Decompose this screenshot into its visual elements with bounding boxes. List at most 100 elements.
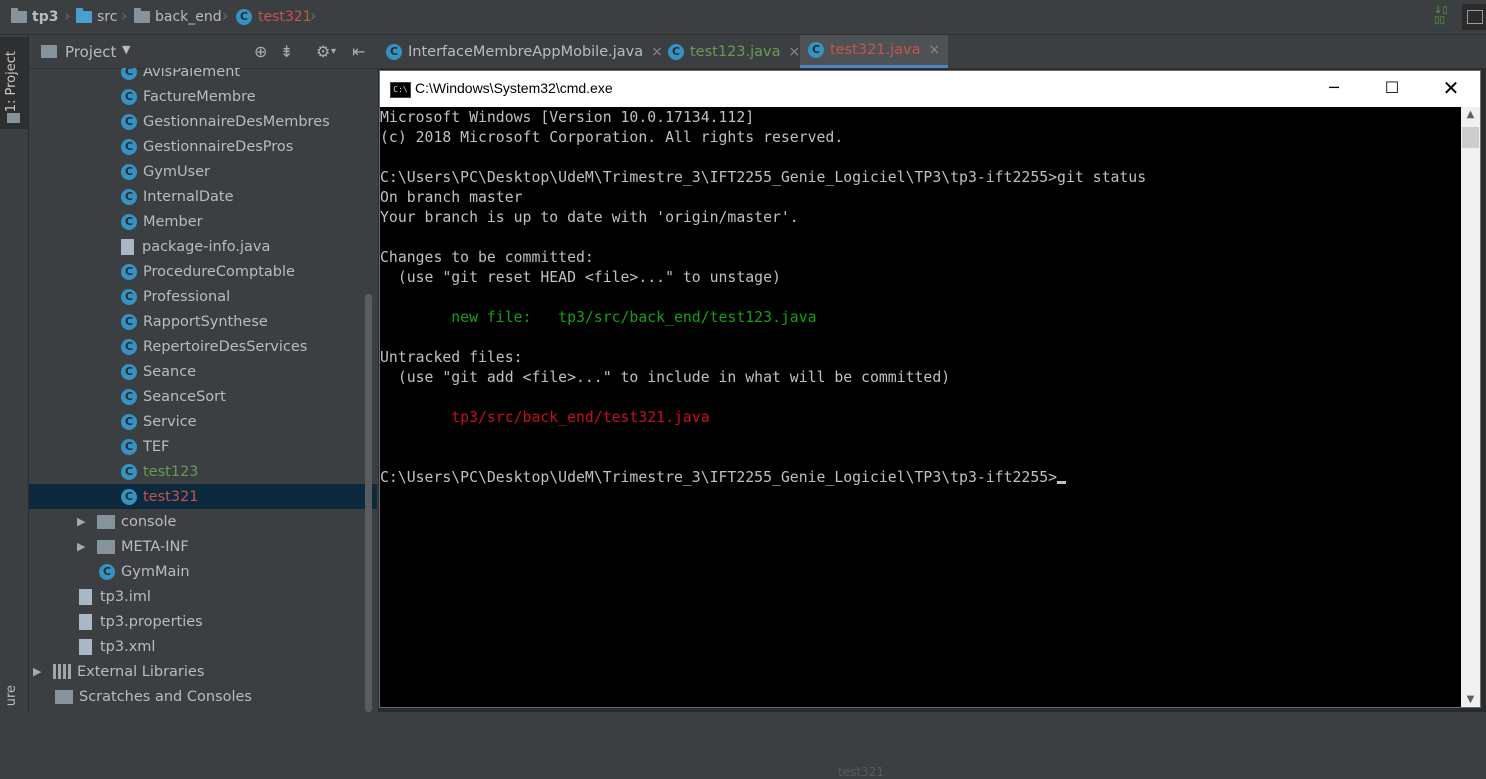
- class-icon: C: [668, 43, 684, 60]
- console-prompt-line: C:\Users\PC\Desktop\UdeM\Trimestre_3\IFT…: [380, 468, 1067, 488]
- tree-item[interactable]: C Member: [29, 209, 377, 234]
- project-panel: Project ▼ ⊕ ⇟ ⚙ ▾ ⇤ C AvisPaiement C Factur…: [29, 35, 377, 712]
- tree-item[interactable]: C SeanceSort: [29, 384, 377, 409]
- tree-item-label: console: [121, 513, 177, 530]
- breadcrumb-package-label: back_end: [155, 9, 222, 25]
- expand-arrow-icon[interactable]: ▶: [77, 540, 89, 553]
- tree-item[interactable]: C Seance: [29, 359, 377, 384]
- tree-item-label: Member: [143, 213, 203, 230]
- expand-arrow-icon[interactable]: ▶: [77, 515, 89, 528]
- project-folder-icon: [11, 8, 27, 23]
- scroll-down-icon[interactable]: ▼: [1461, 694, 1480, 705]
- tab-test123[interactable]: C test123.java ×: [668, 35, 800, 68]
- tree-item-label: META-INF: [121, 538, 189, 555]
- project-panel-title[interactable]: Project: [65, 43, 116, 61]
- maximize-icon[interactable]: ☐: [1363, 71, 1421, 107]
- tree-item-label: Seance: [143, 363, 197, 380]
- class-icon: C: [121, 438, 137, 455]
- tree-item[interactable]: C GymMain: [29, 559, 377, 584]
- tree-item-label: test123: [143, 463, 199, 480]
- tab-interfacemembreappmobile[interactable]: C InterfaceMembreAppMobile.java ×: [386, 35, 663, 68]
- view-dropdown-icon[interactable]: ▼: [122, 43, 130, 56]
- console-line: Changes to be committed:: [380, 249, 594, 266]
- tree-item-label: Scratches and Consoles: [79, 688, 252, 705]
- tree-item[interactable]: C GymUser: [29, 159, 377, 184]
- tree-item[interactable]: C GestionnaireDesMembres: [29, 109, 377, 134]
- tree-item[interactable]: C TEF: [29, 434, 377, 459]
- tree-item-label: GymUser: [143, 163, 210, 180]
- locate-icon[interactable]: ⊕: [254, 42, 267, 61]
- tree-item[interactable]: C InternalDate: [29, 184, 377, 209]
- tab-label: test321.java: [830, 42, 921, 58]
- close-icon[interactable]: ×: [789, 44, 801, 60]
- tree-item[interactable]: Ctest123: [29, 459, 377, 484]
- tree-item[interactable]: tp3.xml: [29, 634, 377, 659]
- settings-dropdown-icon[interactable]: ▾: [331, 46, 336, 57]
- collapse-all-icon[interactable]: ⇟: [280, 42, 293, 61]
- hide-panel-icon[interactable]: ⇤: [352, 42, 365, 61]
- close-icon[interactable]: ×: [929, 42, 941, 58]
- close-icon[interactable]: ×: [651, 44, 663, 60]
- project-tool-label: 1: Project: [4, 51, 19, 113]
- class-icon: C: [121, 363, 137, 380]
- tree-item[interactable]: C ProcedureComptable: [29, 259, 377, 284]
- tree-item[interactable]: C FactureMembre: [29, 84, 377, 109]
- cmd-titlebar[interactable]: C:\ C:\Windows\System32\cmd.exe ─ ☐ ✕: [380, 71, 1480, 107]
- scratch-icon: [55, 689, 73, 704]
- tree-item-label: GestionnaireDesMembres: [143, 113, 330, 130]
- tree-item[interactable]: C AvisPaiement: [29, 68, 377, 84]
- class-icon: C: [808, 42, 824, 58]
- breadcrumb-src[interactable]: src: [76, 7, 117, 27]
- project-scrollbar[interactable]: [365, 294, 372, 712]
- tree-item[interactable]: Ctest321: [29, 484, 377, 509]
- source-folder-icon: [76, 8, 92, 23]
- scroll-thumb[interactable]: [1462, 127, 1479, 148]
- cmd-console[interactable]: Microsoft Windows [Version 10.0.17134.11…: [380, 107, 1460, 707]
- close-icon[interactable]: ✕: [1422, 71, 1480, 107]
- tree-item[interactable]: Scratches and Consoles: [29, 684, 377, 709]
- tree-item[interactable]: package-info.java: [29, 234, 377, 259]
- project-view-icon: [41, 45, 57, 58]
- tree-item[interactable]: ▶ External Libraries: [29, 659, 377, 684]
- tree-item[interactable]: C Service: [29, 409, 377, 434]
- cmd-window[interactable]: C:\ C:\Windows\System32\cmd.exe ─ ☐ ✕ Mi…: [379, 70, 1481, 708]
- tree-item-label: Professional: [143, 288, 231, 305]
- minimize-icon[interactable]: ─: [1305, 71, 1363, 107]
- tree-item[interactable]: ▶ META-INF: [29, 534, 377, 559]
- editor-tabs: C InterfaceMembreAppMobile.java × C test…: [378, 35, 1486, 69]
- tree-item-label: test321: [143, 488, 199, 505]
- package-icon: [134, 8, 150, 23]
- class-icon: C: [121, 88, 137, 105]
- tree-item-label: tp3.properties: [100, 613, 203, 630]
- cmd-scrollbar[interactable]: ▲ ▼: [1461, 107, 1480, 707]
- settings-gear-icon[interactable]: ⚙: [316, 42, 330, 61]
- expand-arrow-icon[interactable]: ▶: [33, 665, 45, 678]
- breadcrumb-project[interactable]: tp3: [11, 7, 58, 27]
- tree-item[interactable]: C RapportSynthese: [29, 309, 377, 334]
- tree-item[interactable]: C Professional: [29, 284, 377, 309]
- tab-test321[interactable]: C test321.java ×: [800, 35, 949, 68]
- tree-item[interactable]: C GestionnaireDesPros: [29, 134, 377, 159]
- vcs-update-icon[interactable]: ↓▯ ▯▯: [1434, 6, 1456, 28]
- breadcrumb-file[interactable]: C test321: [236, 7, 312, 27]
- breadcrumb-package[interactable]: back_end: [134, 7, 222, 27]
- tree-item[interactable]: ▶ console: [29, 509, 377, 534]
- class-icon: C: [121, 113, 137, 130]
- structure-tool-label[interactable]: ure: [4, 685, 19, 706]
- console-line: (c) 2018 Microsoft Corporation. All righ…: [380, 129, 844, 146]
- tree-item-label: AvisPaiement: [143, 68, 241, 80]
- tree-item[interactable]: tp3.iml: [29, 584, 377, 609]
- tree-item[interactable]: tp3.properties: [29, 609, 377, 634]
- project-tool-button[interactable]: 1: Project: [0, 37, 28, 129]
- console-line-untracked: tp3/src/back_end/test321.java: [380, 409, 710, 426]
- tree-item-label: RepertoireDesServices: [143, 338, 308, 355]
- tree-item[interactable]: C RepertoireDesServices: [29, 334, 377, 359]
- tree-item-label: RapportSynthese: [143, 313, 268, 330]
- console-line: (use "git add <file>..." to include in w…: [380, 369, 951, 386]
- tab-label: InterfaceMembreAppMobile.java: [408, 43, 644, 60]
- tree-item-label: External Libraries: [77, 663, 205, 680]
- scroll-up-icon[interactable]: ▲: [1461, 109, 1480, 120]
- window-icon[interactable]: [1462, 4, 1486, 30]
- console-line: Untracked files:: [380, 349, 523, 366]
- tree-item-label: GymMain: [121, 563, 190, 580]
